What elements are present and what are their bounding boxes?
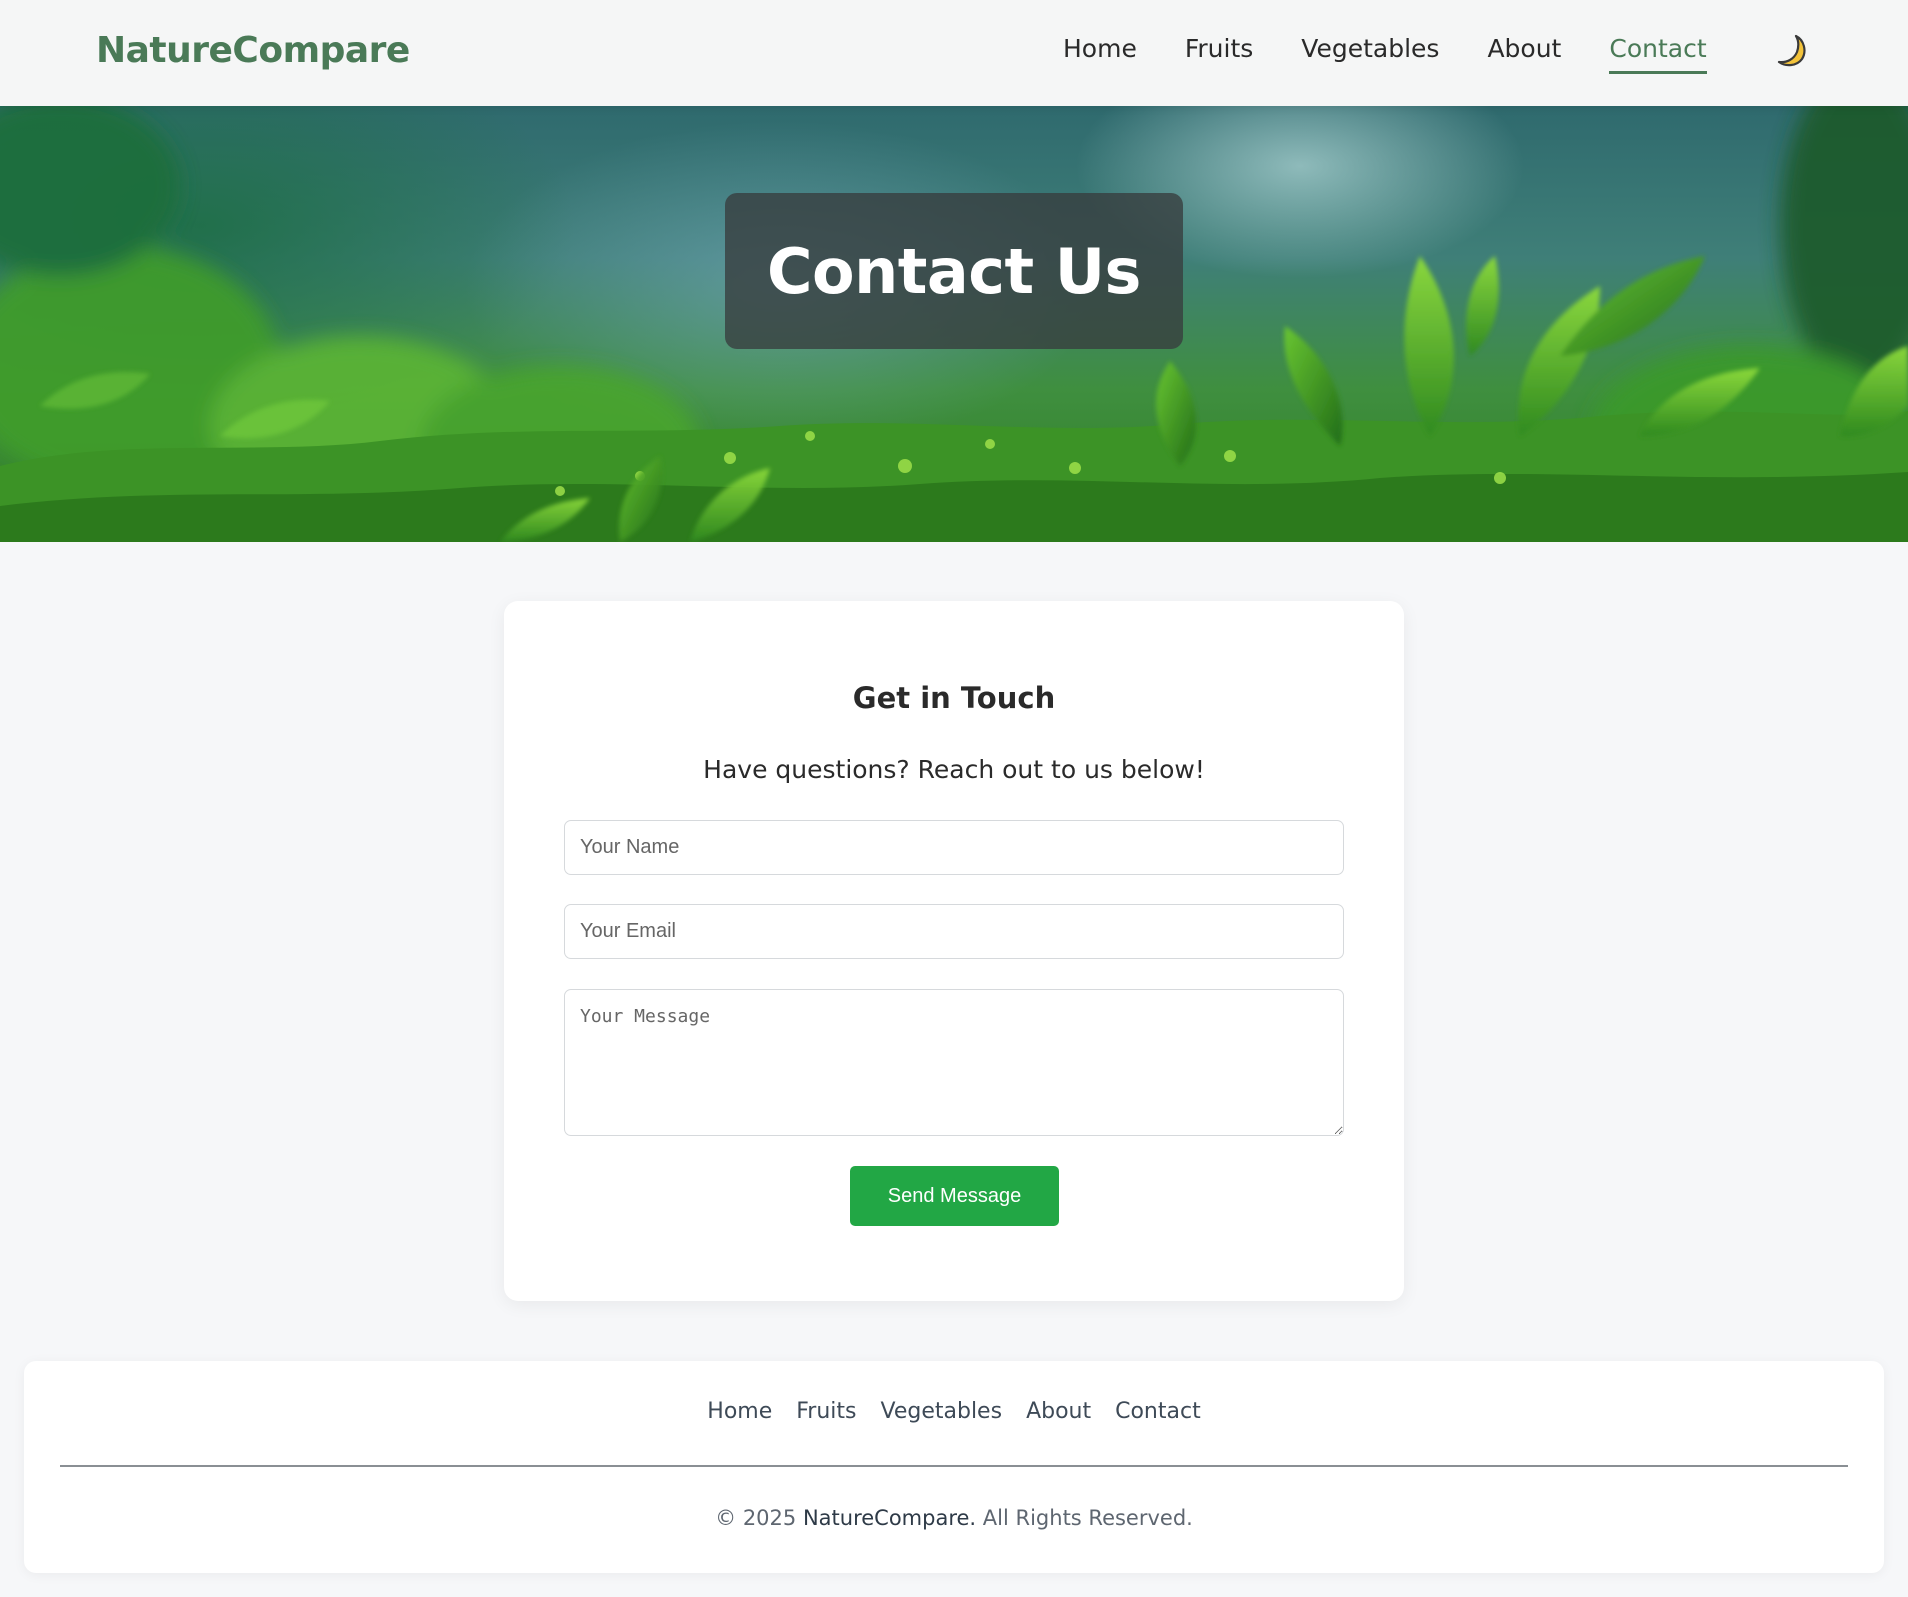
footer-nav: Home Fruits Vegetables About Contact <box>24 1399 1884 1424</box>
hero-title-panel: Contact Us <box>725 193 1183 349</box>
copyright-brand: NatureCompare. <box>802 1506 977 1530</box>
nav-link-fruits[interactable]: Fruits <box>1185 34 1253 74</box>
main-nav: Home Fruits Vegetables About Contact <box>1063 34 1755 74</box>
contact-heading: Get in Touch <box>852 681 1056 715</box>
send-message-button[interactable]: Send Message <box>850 1166 1059 1226</box>
footer-link-vegetables[interactable]: Vegetables <box>881 1399 1003 1424</box>
brand-logo[interactable]: NatureCompare <box>96 30 410 71</box>
copyright-suffix: All Rights Reserved. <box>982 1506 1193 1530</box>
footer-link-about[interactable]: About <box>1026 1399 1091 1424</box>
nav-link-vegetables[interactable]: Vegetables <box>1301 34 1439 74</box>
nav-link-home[interactable]: Home <box>1063 34 1137 74</box>
hero-banner: Contact Us <box>0 106 1908 542</box>
theme-toggle-button[interactable] <box>1774 33 1810 69</box>
page-title: Contact Us <box>767 234 1141 308</box>
footer-divider <box>60 1465 1848 1467</box>
name-input[interactable] <box>564 820 1344 875</box>
site-header: NatureCompare Home Fruits Vegetables Abo… <box>0 0 1908 106</box>
footer-link-home[interactable]: Home <box>707 1399 772 1424</box>
moon-icon <box>1777 34 1806 67</box>
site-footer: Home Fruits Vegetables About Contact © 2… <box>24 1361 1884 1573</box>
copyright-prefix: © 2025 <box>715 1506 797 1530</box>
nav-link-contact[interactable]: Contact <box>1609 34 1707 74</box>
footer-link-contact[interactable]: Contact <box>1115 1399 1201 1424</box>
copyright-text: © 2025 NatureCompare. All Rights Reserve… <box>24 1506 1884 1530</box>
email-input[interactable] <box>564 904 1344 959</box>
nav-link-about[interactable]: About <box>1487 34 1561 74</box>
contact-subtitle: Have questions? Reach out to us below! <box>703 755 1205 784</box>
message-textarea[interactable] <box>564 989 1344 1136</box>
footer-link-fruits[interactable]: Fruits <box>796 1399 856 1424</box>
contact-card: Get in Touch Have questions? Reach out t… <box>504 601 1404 1301</box>
